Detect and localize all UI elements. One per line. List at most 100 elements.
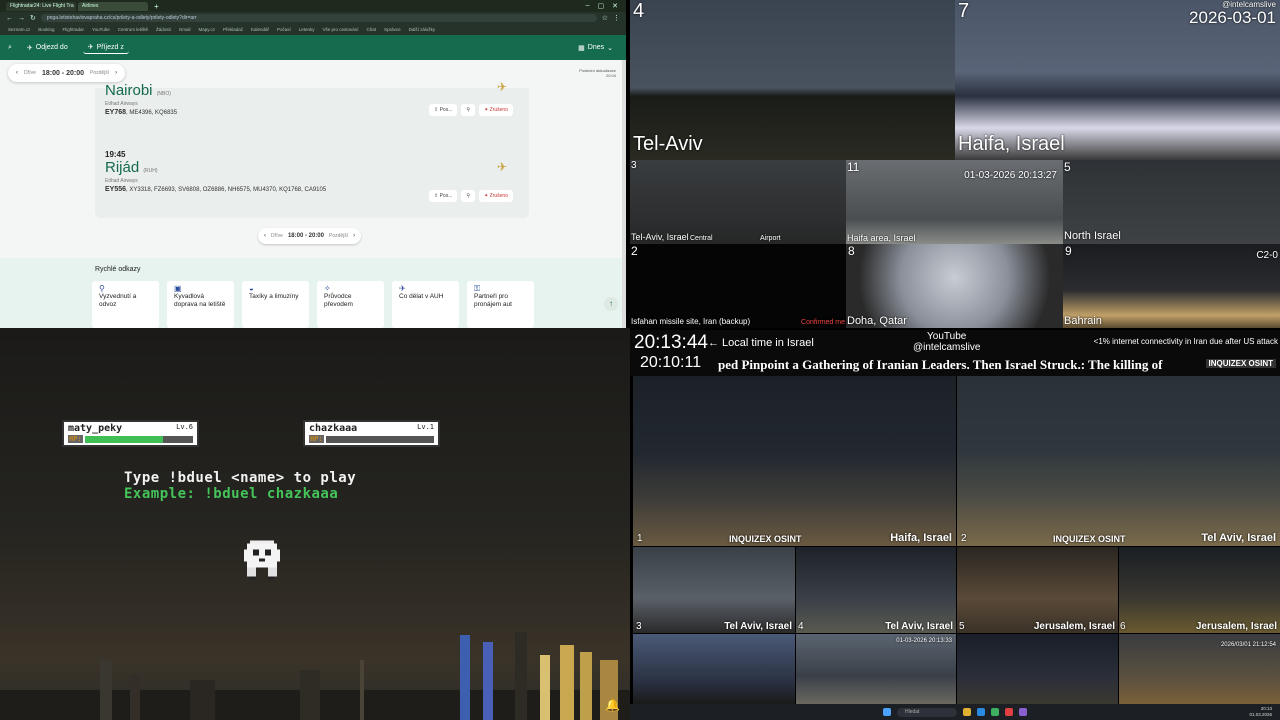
- app-icon[interactable]: [1005, 708, 1013, 716]
- quick-link-label: Partneři pro pronájem aut: [474, 293, 512, 308]
- bookmark[interactable]: Další záložky: [409, 27, 436, 32]
- camera-feed[interactable]: 4 Tel Aviv, Israel: [796, 547, 956, 633]
- pin-icon[interactable]: ⚲: [461, 104, 476, 116]
- bookmark[interactable]: Vše pro cestování: [323, 27, 359, 32]
- camera-feed[interactable]: 7 @intelcamslive 2026-03-01 Haifa, Israe…: [955, 0, 1280, 160]
- bookmark[interactable]: Letenky: [299, 27, 315, 32]
- bookmark[interactable]: Žádosti: [156, 27, 171, 32]
- search-icon[interactable]: ⌕: [8, 44, 12, 52]
- quick-link-label: Taxíky a limuzíny: [249, 293, 299, 300]
- quick-link[interactable]: ◒ Taxíky a limuzíny: [242, 281, 309, 328]
- edge-icon[interactable]: [977, 708, 985, 716]
- player2-level: Lv.1: [417, 423, 434, 431]
- quick-link[interactable]: ✧ Průvodce převodem: [317, 281, 384, 328]
- time-range: 18:00 - 20:00: [287, 233, 324, 239]
- bookmark[interactable]: Správce: [384, 27, 401, 32]
- tab-airlines[interactable]: Airlines: [78, 1, 148, 11]
- camera-feed[interactable]: 4 Tel-Aviv: [630, 0, 955, 160]
- bookmark[interactable]: Booking: [38, 27, 54, 32]
- quick-link[interactable]: ✈ Co dělat v AUH: [392, 281, 459, 328]
- later-link[interactable]: Pozdější: [90, 70, 109, 76]
- camera-label: Doha, Qatar: [847, 315, 907, 327]
- camera-number: 2: [961, 533, 967, 544]
- flight-card[interactable]: Nairobi (NBO) Etihad Airways EY768, ME43…: [105, 80, 519, 116]
- camera-feed[interactable]: [957, 634, 1118, 704]
- camera-label: Haifa, Israel: [958, 133, 1065, 155]
- bookmark[interactable]: Flightradar: [63, 27, 85, 32]
- bookmark[interactable]: Počasí: [277, 27, 291, 32]
- camera-feed[interactable]: 8 Doha, Qatar: [846, 244, 1063, 328]
- tab-departures[interactable]: ✈ Odjezd do: [22, 42, 73, 54]
- scroll-top-button[interactable]: ↑: [604, 297, 618, 311]
- app-icon[interactable]: [1019, 708, 1027, 716]
- camera-number: 5: [1064, 160, 1071, 174]
- camera-feed[interactable]: 1 INQUIZEX OSINT Haifa, Israel: [633, 376, 956, 546]
- status-badge: ✦ Zrušeno: [479, 104, 513, 116]
- camera-number: 1: [637, 533, 643, 544]
- earlier-link[interactable]: Dříve: [271, 233, 283, 239]
- chevron-left-icon[interactable]: ‹: [264, 233, 266, 239]
- calendar-icon: ▦: [578, 44, 585, 52]
- sparkle-icon: ✧: [324, 284, 331, 293]
- chevron-right-icon[interactable]: ›: [353, 233, 355, 239]
- bookmark[interactable]: Chat: [367, 27, 377, 32]
- minimize-icon[interactable]: –: [586, 2, 590, 10]
- tab-flightradar[interactable]: Flightradar24: Live Flight Tra: [6, 1, 76, 11]
- bookmark[interactable]: Mapy.cz: [199, 27, 215, 32]
- scrollbar[interactable]: [622, 60, 626, 328]
- windows-start-icon[interactable]: [883, 708, 891, 716]
- file-explorer-icon[interactable]: [963, 708, 971, 716]
- camera-number: 3: [631, 160, 637, 171]
- camera-feed[interactable]: 9 C2-0 Bahrain: [1063, 244, 1280, 328]
- share-button[interactable]: ⇪ Pos...: [429, 190, 458, 202]
- new-tab-icon[interactable]: +: [154, 2, 159, 11]
- later-link[interactable]: Pozdější: [329, 233, 348, 239]
- menu-icon[interactable]: ⋮: [613, 14, 620, 22]
- chevron-right-icon[interactable]: ›: [115, 70, 117, 76]
- bookmark[interactable]: YouTube: [92, 27, 110, 32]
- earlier-link[interactable]: Dříve: [24, 70, 36, 76]
- camera-feed[interactable]: 11 01-03-2026 20:13:27 Haifa area, Israe…: [846, 160, 1063, 244]
- pin-icon[interactable]: ⚲: [461, 190, 476, 202]
- camera-feed[interactable]: [633, 634, 795, 704]
- camera-feed[interactable]: 2 INQUIZEX OSINT Tel Aviv, Israel: [957, 376, 1280, 546]
- camera-feed[interactable]: 2026/03/01 21:12:54: [1119, 634, 1280, 704]
- duel-game-panel: maty_peky Lv.6 HP: chazkaaa Lv.1 HP: Type …: [0, 328, 630, 720]
- date-select[interactable]: ▦ Dnes ⌄: [573, 42, 618, 54]
- camera-feed[interactable]: 01-03-2026 20:13:33: [796, 634, 956, 704]
- quick-link[interactable]: ⚿ Partneři pro pronájem aut: [467, 281, 534, 328]
- back-icon[interactable]: ←: [6, 15, 13, 22]
- maximize-icon[interactable]: ▢: [598, 2, 605, 10]
- bookmark[interactable]: Gmail: [179, 27, 191, 32]
- flight-card[interactable]: 19:45 Rijád (RUH) Etihad Airways EY556, …: [105, 150, 519, 202]
- tab-arrivals-label: Příjezd z: [96, 43, 124, 51]
- camera-feed[interactable]: 3 Tel Aviv, Israel: [633, 547, 795, 633]
- game-instruction: Type !bduel <name> to play: [124, 470, 357, 486]
- camera-label: Tel Aviv, Israel: [724, 621, 792, 632]
- taskbar-search[interactable]: Hledat: [897, 707, 957, 717]
- share-button[interactable]: ⇪ Pos...: [429, 104, 458, 116]
- chevron-left-icon[interactable]: ‹: [16, 70, 18, 76]
- chrome-icon[interactable]: [991, 708, 999, 716]
- forward-icon[interactable]: →: [18, 15, 25, 22]
- bell-icon[interactable]: 🔔: [605, 698, 620, 712]
- taskbar-clock[interactable]: 20:13 01.03.2026: [1249, 706, 1272, 718]
- tab-arrivals[interactable]: ✈ Příjezd z: [82, 41, 129, 54]
- bookmark[interactable]: Seznam.cz: [8, 27, 30, 32]
- quick-link[interactable]: ⚲ Vyzvednutí a odvoz: [92, 281, 159, 328]
- camera-feed[interactable]: 5 North Israel: [1063, 160, 1280, 244]
- reload-icon[interactable]: ↻: [30, 14, 36, 22]
- camera-feed[interactable]: 3 Tel-Aviv, Israel Central Airport: [630, 160, 846, 244]
- quick-link-label: Vyzvednutí a odvoz: [99, 293, 137, 308]
- bookmark[interactable]: Centrum letiště: [118, 27, 148, 32]
- camera-feed[interactable]: 5 Jerusalem, Israel: [957, 547, 1118, 633]
- star-icon[interactable]: ☆: [602, 14, 608, 22]
- url-field[interactable]: pnga.letistehavlovapraha.cz/cs/prilety-a…: [40, 14, 597, 22]
- bookmark[interactable]: Kalendář: [251, 27, 269, 32]
- camera-feed[interactable]: 2 Isfahan missile site, Iran (backup) Co…: [630, 244, 846, 328]
- close-icon[interactable]: ✕: [612, 2, 618, 10]
- bookmark[interactable]: Překladač: [223, 27, 243, 32]
- plane-icon: ✈: [496, 160, 507, 174]
- quick-link[interactable]: ▣ Kyvadlová doprava na letiště: [167, 281, 234, 328]
- camera-feed[interactable]: 6 Jerusalem, Israel: [1119, 547, 1280, 633]
